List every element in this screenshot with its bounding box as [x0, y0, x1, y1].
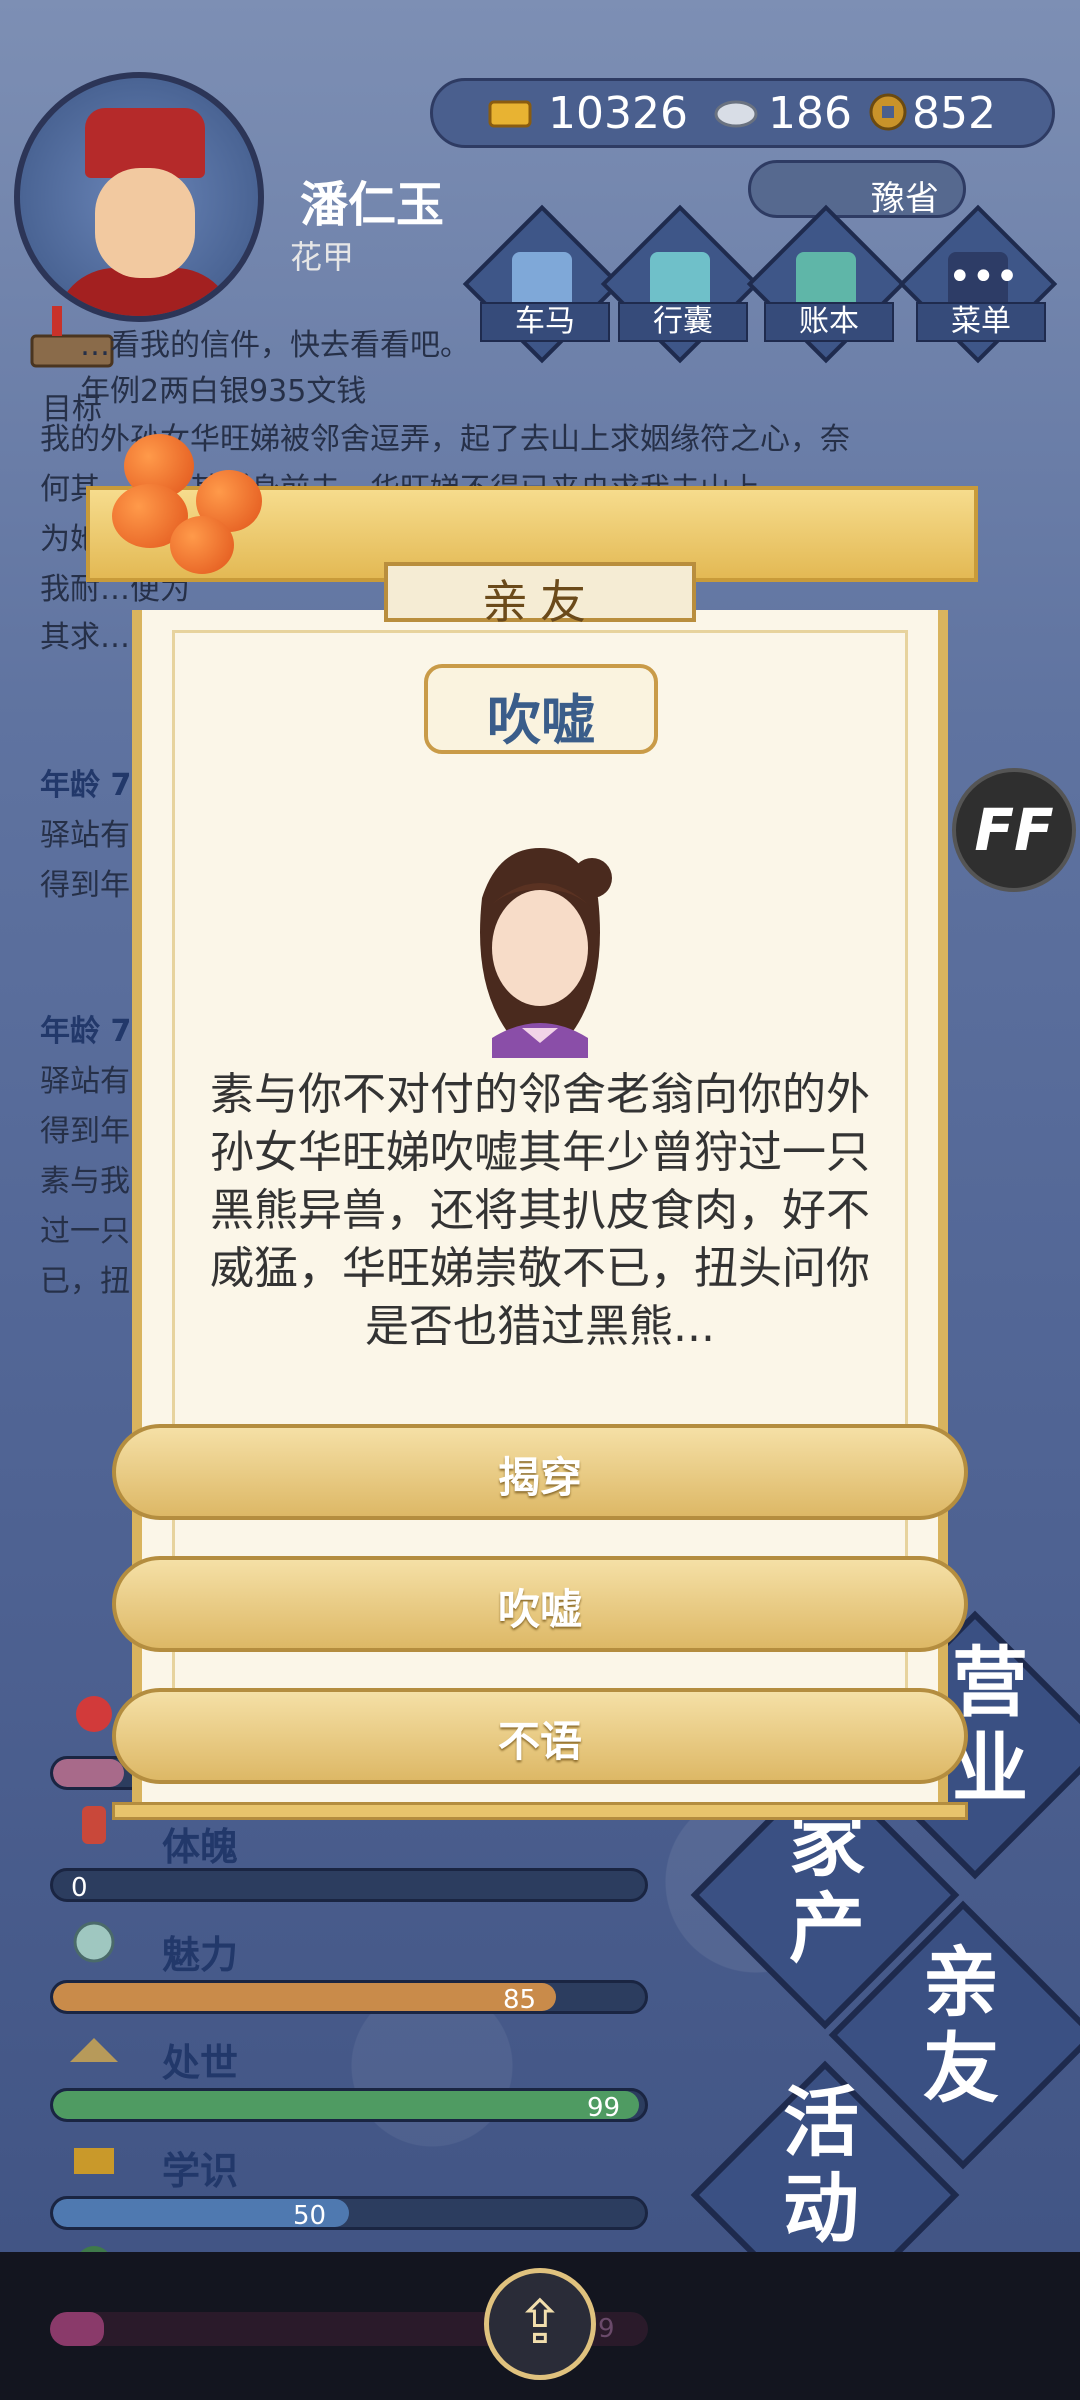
share-button[interactable]: ⇪ [484, 2268, 596, 2380]
menu-carriage-label: 车马 [480, 302, 610, 342]
menu-bag-label: 行囊 [618, 302, 748, 342]
gold-ingot-icon [488, 100, 532, 128]
choice-boast-label: 吹嘘 [497, 1585, 582, 1634]
charm-bar: 85 [50, 1980, 648, 2014]
choice-silent-label: 不语 [497, 1717, 582, 1766]
knowledge-value: 50 [293, 2201, 327, 2230]
silver-ingot-icon [714, 100, 758, 128]
log-line: 年例2两白银935文钱 [80, 374, 367, 409]
knowledge-label: 学识 [162, 2149, 239, 2193]
granddaughter-portrait [480, 848, 612, 1058]
gold-count: 10326 [548, 88, 688, 139]
physique-bar: 0 [50, 1868, 648, 1902]
physique-label: 体魄 [162, 1825, 239, 1869]
charm-mirror-icon [73, 1921, 115, 1963]
conduct-bar: 99 [50, 2088, 648, 2122]
copper-coin-icon [869, 93, 907, 131]
virtue-fill [50, 2312, 104, 2346]
character-name: 潘仁玉 [300, 177, 445, 233]
menu-ledger-label: 账本 [764, 302, 894, 342]
log-line: …看我的信件，快去看看吧。 [80, 328, 470, 363]
event-description: 素与你不对付的邻舍老翁向你的外孙女华旺娣吹嘘其年少曾狩过一只黑熊异兽，还将其扒皮… [210, 1069, 870, 1352]
share-icon: ⇪ [514, 2288, 566, 2358]
region-button[interactable]: 豫省 [748, 160, 966, 219]
conduct-label: 处世 [162, 2041, 239, 2085]
region-label: 豫省 [871, 179, 939, 219]
activity-tab-label: 活动 [783, 2078, 859, 2253]
fast-forward-button[interactable]: FF [952, 768, 1076, 892]
log-line: 其求… [40, 620, 130, 655]
dialog-category: 亲友 [482, 575, 598, 629]
silver-count: 186 [768, 88, 852, 139]
physique-value: 0 [71, 1873, 88, 1902]
menu-more-label: 菜单 [916, 302, 1046, 342]
character-avatar[interactable] [14, 72, 264, 322]
charm-value: 85 [503, 1985, 537, 2014]
conduct-hat-icon [70, 2038, 118, 2062]
dialog-bottom-rod [112, 1802, 968, 1820]
conduct-value: 99 [587, 2093, 621, 2122]
charm-fill [53, 1983, 557, 2011]
choice-expose-label: 揭穿 [497, 1453, 582, 1502]
family-tab-label: 亲友 [923, 1938, 999, 2113]
conduct-fill [53, 2091, 640, 2119]
character-age-title: 花甲 [290, 238, 355, 276]
event-title: 吹嘘 [487, 689, 595, 752]
knowledge-books-icon [74, 2148, 114, 2174]
coin-count: 852 [912, 88, 996, 139]
charm-label: 魅力 [162, 1933, 239, 1977]
persimmon-decoration [170, 516, 234, 574]
knowledge-bar: 50 [50, 2196, 648, 2230]
estate-tab-label: 家产 [789, 1798, 865, 1973]
virtue-value: 9 [598, 2314, 615, 2344]
